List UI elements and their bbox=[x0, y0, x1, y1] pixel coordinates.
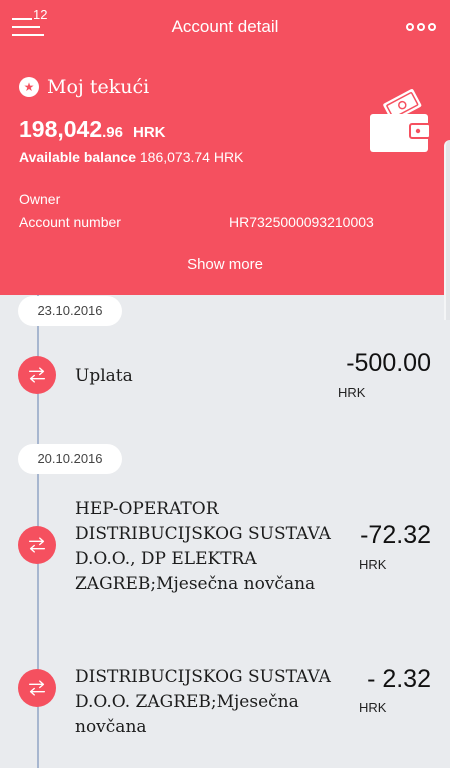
transfer-arrows-icon bbox=[18, 669, 56, 707]
show-more-button[interactable]: Show more bbox=[0, 256, 450, 273]
wallet-icon bbox=[370, 89, 431, 152]
balance-decimal: .96 bbox=[102, 124, 123, 141]
account-balance: 198,042.96 HRK bbox=[19, 116, 166, 143]
transaction-name[interactable]: HEP-OPERATOR DISTRIBUCIJSKOG SUSTAVA D.O… bbox=[75, 497, 345, 597]
transaction-amount: - 2.32 bbox=[367, 665, 431, 693]
available-balance: Available balance 186,073.74 HRK bbox=[19, 149, 243, 165]
available-balance-label: Available balance bbox=[19, 149, 136, 165]
date-pill: 20.10.2016 bbox=[18, 444, 122, 474]
more-options-icon[interactable] bbox=[406, 22, 436, 32]
date-pill: 23.10.2016 bbox=[18, 296, 122, 326]
more-dot bbox=[417, 23, 425, 31]
balance-integer: 198,042 bbox=[19, 116, 103, 142]
transaction-currency: HRK bbox=[359, 557, 387, 572]
side-panel-edge[interactable] bbox=[444, 140, 450, 320]
page-title: Account detail bbox=[171, 17, 279, 36]
transaction-name[interactable]: DISTRIBUCIJSKOG SUSTAVA D.O.O. ZAGREB;Mj… bbox=[75, 665, 345, 740]
transaction-amount: -72.32 bbox=[360, 521, 431, 549]
more-dot bbox=[406, 23, 414, 31]
owner-label: Owner bbox=[19, 191, 61, 207]
account-header: 12 Account detail ★ Moj tekući 198,042.9… bbox=[0, 0, 450, 295]
available-balance-value: 186,073.74 HRK bbox=[139, 149, 244, 165]
transfer-arrows-icon bbox=[18, 356, 56, 394]
account-number-label: Account number bbox=[19, 214, 121, 230]
transaction-currency: HRK bbox=[338, 385, 366, 400]
transaction-currency: HRK bbox=[359, 700, 387, 715]
star-icon[interactable]: ★ bbox=[19, 77, 39, 97]
account-name: Moj tekući bbox=[47, 76, 150, 98]
transaction-name[interactable]: Uplata bbox=[75, 364, 345, 389]
account-name-row: ★ Moj tekući bbox=[19, 76, 149, 98]
account-number-value: HR7325000093210003 bbox=[229, 214, 374, 230]
balance-currency: HRK bbox=[133, 124, 166, 141]
more-dot bbox=[428, 23, 436, 31]
transfer-arrows-icon bbox=[18, 526, 56, 564]
transaction-amount: -500.00 bbox=[346, 349, 431, 377]
